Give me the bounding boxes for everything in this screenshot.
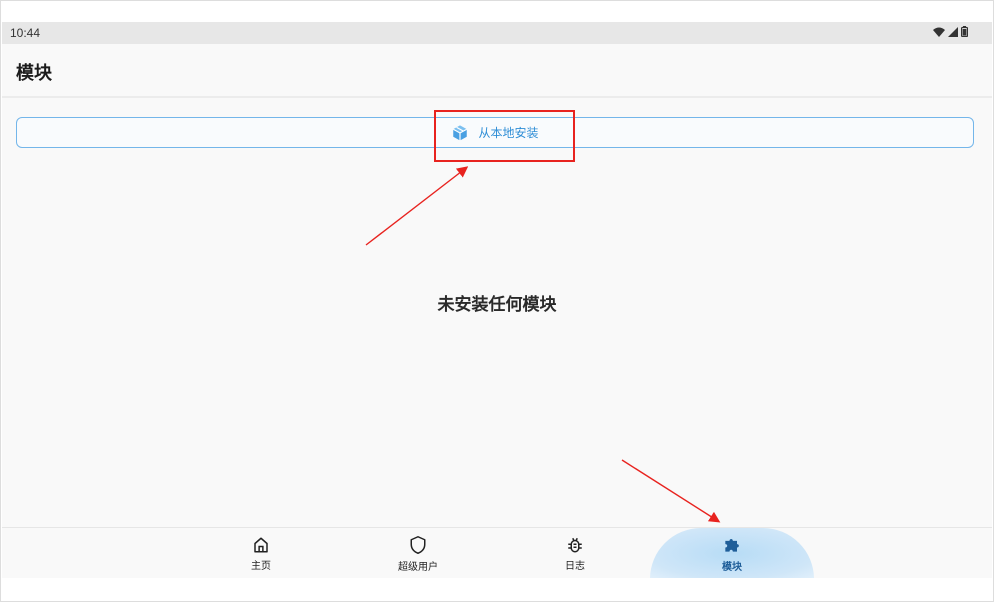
empty-state-text: 未安装任何模块 xyxy=(437,295,557,315)
wifi-icon xyxy=(933,27,945,37)
status-time: 10:44 xyxy=(10,26,41,40)
battery-icon xyxy=(961,26,968,37)
signal-icon xyxy=(948,26,958,37)
nav-item-modules[interactable]: 模块 xyxy=(672,528,792,578)
nav-item-logs[interactable]: 日志 xyxy=(515,528,635,578)
status-icons xyxy=(933,26,968,37)
nav-label-superuser: 超级用户 xyxy=(398,561,438,573)
app-bar: 模块 xyxy=(2,44,992,98)
shield-icon xyxy=(410,535,426,554)
annotation-highlight-box xyxy=(434,110,575,162)
home-icon xyxy=(254,537,268,552)
nav-label-logs: 日志 xyxy=(565,560,585,572)
status-bar: 10:44 xyxy=(2,22,992,44)
nav-item-home[interactable]: 主页 xyxy=(201,528,321,578)
bug-icon xyxy=(568,537,582,552)
nav-label-modules: 模块 xyxy=(722,561,742,573)
nav-label-home: 主页 xyxy=(251,560,271,572)
puzzle-icon xyxy=(725,538,739,552)
page-title: 模块 xyxy=(16,63,52,84)
nav-item-superuser[interactable]: 超级用户 xyxy=(358,528,478,578)
bottom-navigation: 主页 超级用户 日志 模块 xyxy=(2,527,992,578)
device-screen: 10:44 模块 从本地安装 未安装任何模块 主页 超级用户 日志 模块 xyxy=(2,22,992,578)
screenshot-frame: 10:44 模块 从本地安装 未安装任何模块 主页 超级用户 日志 模块 xyxy=(0,0,994,602)
